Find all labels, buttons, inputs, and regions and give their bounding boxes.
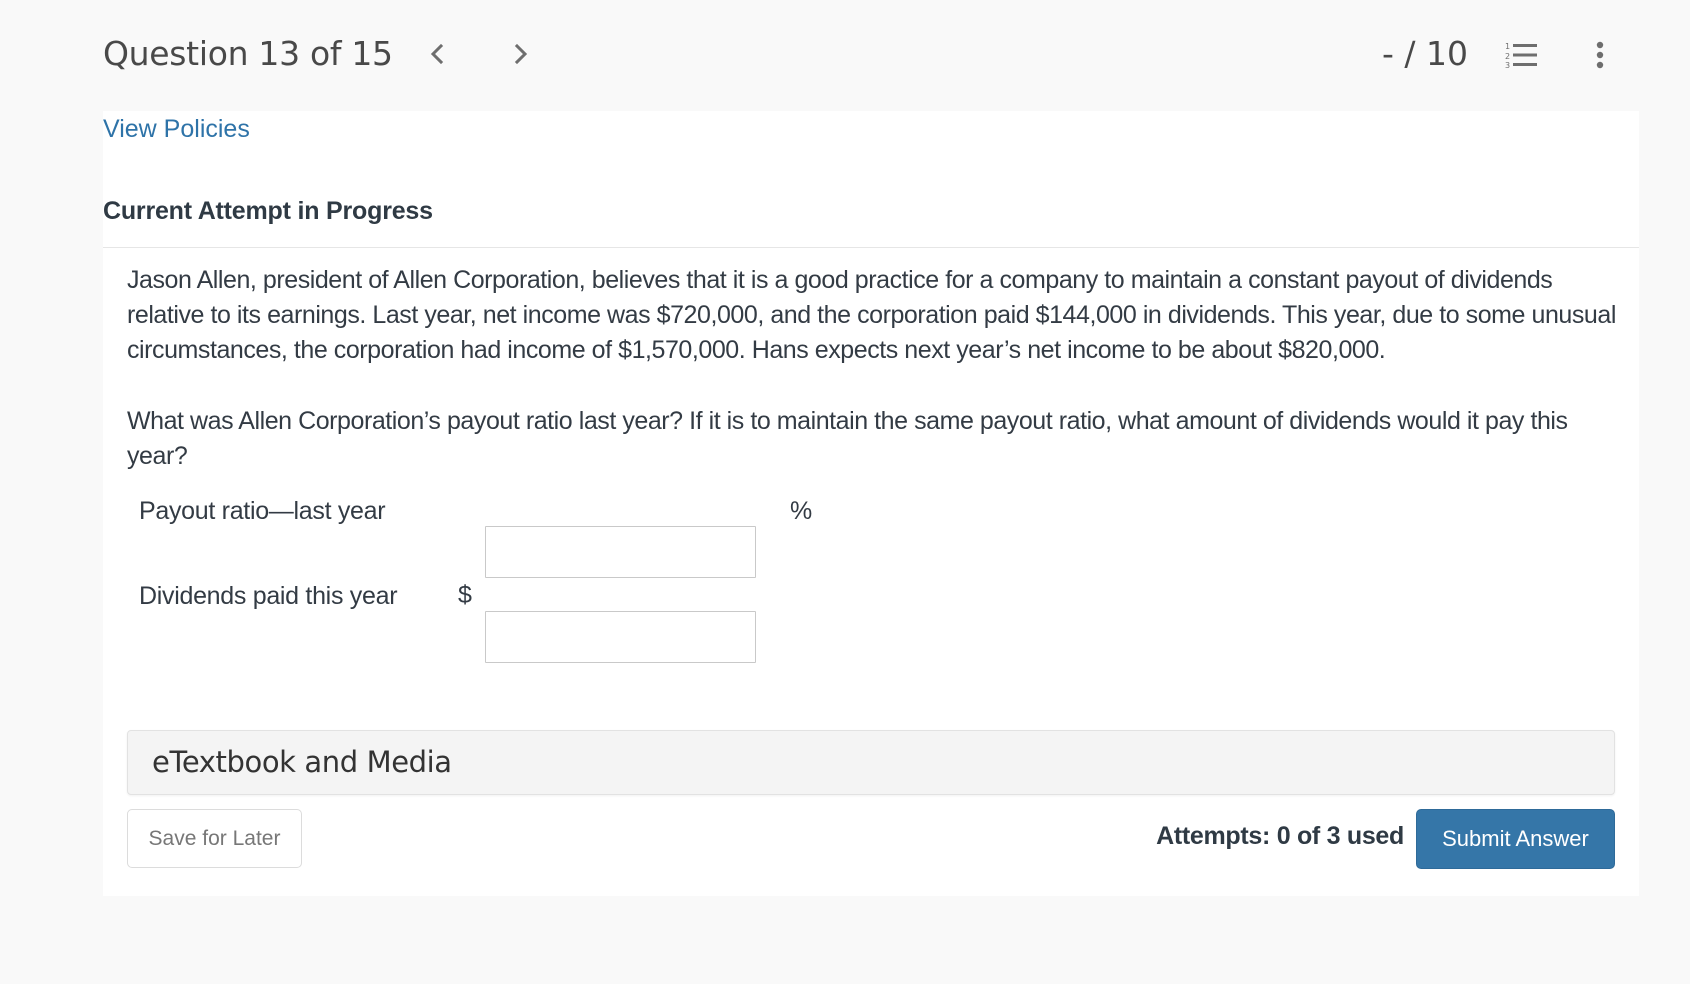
etextbook-media-panel[interactable]: eTextbook and Media (127, 730, 1615, 795)
question-scenario: Jason Allen, president of Allen Corporat… (127, 266, 1616, 364)
payout-ratio-input[interactable] (485, 526, 756, 578)
next-question-button[interactable] (506, 39, 536, 69)
view-policies-link[interactable]: View Policies (103, 115, 250, 144)
svg-text:3: 3 (1505, 61, 1510, 69)
svg-text:2: 2 (1505, 52, 1510, 61)
question-text: Jason Allen, president of Allen Corporat… (127, 263, 1627, 510)
kebab-menu-icon[interactable] (1588, 40, 1612, 70)
question-counter: Question 13 of 15 (103, 34, 393, 73)
percent-unit: % (790, 497, 813, 525)
etextbook-media-label: eTextbook and Media (152, 745, 452, 779)
save-for-later-button[interactable]: Save for Later (127, 809, 302, 868)
numbered-list-icon[interactable]: 1 2 3 (1505, 41, 1539, 69)
question-card: View Policies Current Attempt in Progres… (103, 111, 1639, 896)
section-divider (103, 247, 1639, 248)
attempt-status-heading: Current Attempt in Progress (103, 197, 433, 225)
chevron-right-icon (514, 43, 528, 65)
dividends-paid-input[interactable] (485, 611, 756, 663)
payout-ratio-label: Payout ratio—last year (139, 497, 386, 525)
svg-text:1: 1 (1505, 42, 1510, 51)
question-prompt: What was Allen Corporation’s payout rati… (127, 407, 1568, 470)
score-display: - / 10 (1382, 34, 1468, 73)
previous-question-button[interactable] (422, 39, 452, 69)
submit-answer-button[interactable]: Submit Answer (1416, 809, 1615, 869)
dividends-paid-label: Dividends paid this year (139, 582, 398, 610)
dollar-prefix: $ (458, 581, 472, 609)
question-header: Question 13 of 15 - / 10 1 2 3 (0, 0, 1690, 111)
chevron-left-icon (430, 43, 444, 65)
attempts-counter: Attempts: 0 of 3 used (1156, 822, 1404, 850)
